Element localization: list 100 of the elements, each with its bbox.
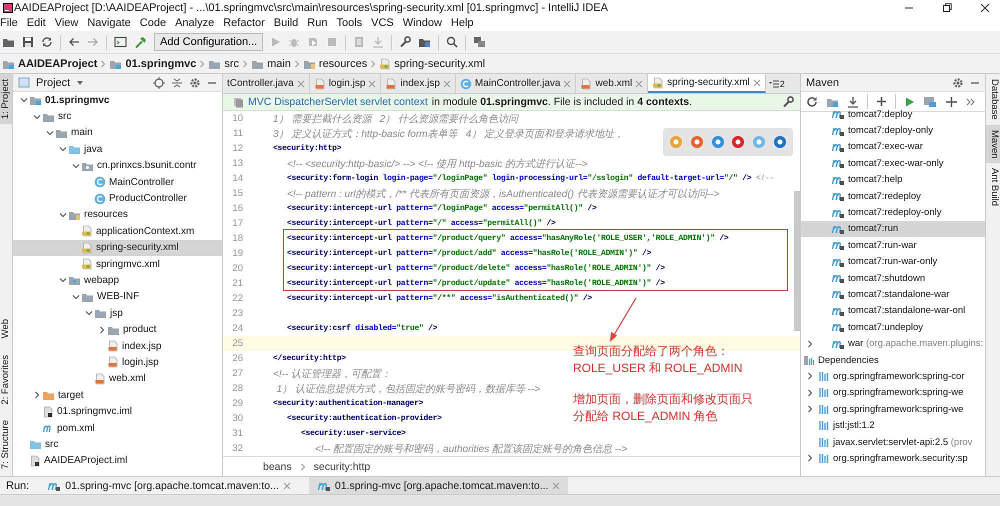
tree-item[interactable]: product [13,321,222,338]
maven-dependency[interactable]: org.springframework:spring-cor [833,370,964,382]
maven-goal[interactable]: tomcat7:run-war [801,237,985,254]
breadcrumb-item[interactable]: src [224,58,240,70]
tree-item[interactable]: MainController [13,174,222,190]
scrollbar-thumb[interactable] [794,191,800,331]
save-icon[interactable] [22,36,34,48]
tree-item[interactable]: 01.springmvc.iml [13,403,222,420]
dropdown-caret-icon[interactable] [76,80,84,86]
maven-goal[interactable]: tomcat7:redeploy-only [801,204,985,221]
tree-item[interactable]: ProductController [13,190,222,207]
tree-item[interactable]: spring-security.xml [13,240,222,256]
open-folder-icon[interactable] [2,36,15,48]
tool-window-tab[interactable]: 2: Favorites [0,350,12,410]
browser-icon[interactable] [772,135,787,149]
tree-item[interactable]: AAIDEAProject.iml [13,452,222,469]
menu-item[interactable]: Refactor [223,17,265,29]
editor-tab[interactable]: login.jsp [310,74,382,93]
settings-icon[interactable] [189,76,201,88]
menu-item[interactable]: File [0,17,18,29]
menu-item[interactable]: Analyze [175,17,214,29]
tool-window-tab[interactable]: Web [0,314,12,344]
download-icon[interactable] [847,96,859,108]
browser-icon[interactable] [731,135,746,149]
maven-goal[interactable]: tomcat7:exec-war-only [801,155,985,172]
maximize-icon[interactable] [942,2,952,12]
maven-goal[interactable]: tomcat7:undeploy [801,319,985,336]
tree-item[interactable]: webapp [13,272,222,289]
settings-icon[interactable] [952,76,964,88]
breadcrumb-item[interactable]: resources [318,58,368,70]
tree-item[interactable]: src [13,108,222,125]
tree-item[interactable]: 01.springmvc [13,92,222,108]
wrench-icon[interactable] [782,96,794,108]
maven-goal[interactable]: tomcat7:standalone-war [801,286,985,303]
maven-dependency[interactable]: org.springframework:spring-we [833,387,964,398]
menu-item[interactable]: VCS [371,17,394,29]
refresh-icon[interactable] [806,96,818,108]
tree-item[interactable]: main [13,124,222,142]
tree-item[interactable]: applicationContext.xm [13,223,222,240]
breadcrumb-item[interactable]: beans [263,460,292,472]
tree-item[interactable]: web.xml [13,370,222,388]
back-arrow-icon[interactable] [68,36,80,48]
maven-goal[interactable]: tomcat7:shutdown [801,270,985,286]
breadcrumb-item[interactable]: spring-security.xml [394,58,486,70]
menu-item[interactable]: Code [140,17,166,29]
close-icon[interactable] [980,2,990,12]
window-stack-icon[interactable] [473,36,486,48]
maven-goal[interactable]: tomcat7:deploy [801,106,985,122]
breadcrumb-item[interactable]: 01.springmvc [125,58,196,70]
toggle-icon[interactable] [945,96,958,108]
tree-item[interactable]: springmvc.xml [13,256,222,272]
target-icon[interactable] [153,76,165,88]
wrench-icon[interactable] [399,36,412,48]
maven-dependency[interactable]: org.springframework.security:sp [833,452,968,464]
browser-icon[interactable] [710,135,725,149]
breadcrumb-item[interactable]: main [267,58,291,70]
run-tab[interactable]: 01.spring-mvc [org.apache.tomcat.maven:to... [39,477,299,494]
tree-item[interactable]: java [13,141,222,158]
menu-item[interactable]: Tools [336,17,362,29]
editor-tab[interactable]: spring-security.xml [648,74,766,93]
more-chevrons-icon[interactable] [966,98,975,106]
tool-window-tab[interactable]: Ant Build [986,163,1000,212]
maven-goal[interactable]: tomcat7:redeploy [801,188,985,204]
maven-goal[interactable]: tomcat7:deploy-only [801,122,985,139]
add-icon[interactable] [876,96,887,107]
menu-item[interactable]: Window [402,17,442,29]
collapse-all-icon[interactable] [171,76,183,88]
tree-item[interactable]: index.jsp [13,338,222,354]
maven-dependencies[interactable]: Dependencies [818,354,879,366]
tree-item[interactable]: pom.xml [13,420,222,436]
menu-item[interactable]: Help [450,17,474,29]
tool-window-tab[interactable]: Maven [986,124,1000,164]
menu-item[interactable]: Run [307,17,328,29]
menu-item[interactable]: Build [274,17,298,29]
tree-item[interactable]: target [13,387,222,404]
sync-icon[interactable] [41,36,53,48]
maven-goal[interactable]: tomcat7:standalone-war-onl [801,302,985,320]
add-configuration-button[interactable]: Add Configuration... [154,33,264,51]
maven-goal[interactable]: tomcat7:exec-war [801,138,985,156]
tree-item[interactable]: jsp [13,305,222,322]
search-icon[interactable] [446,36,458,48]
menu-item[interactable]: View [54,17,78,29]
maven-goal[interactable]: tomcat7:run [801,220,985,238]
maven-dependency[interactable]: javax.servlet:servlet-api:2.5 (prov [833,436,972,448]
run-icon[interactable] [904,96,915,108]
terminal-window-icon[interactable] [114,36,127,48]
maven-dependency[interactable]: jstl:jstl:1.2 [833,420,875,432]
maven-plugin[interactable]: war (org.apache.maven.plugins: [848,338,984,350]
tree-item[interactable]: cn.prinxcs.bsunit.contr [13,158,222,174]
context-link[interactable]: MVC DispatcherServlet servlet context [248,96,428,108]
tool-window-tab[interactable]: 1: Project [0,74,12,124]
breadcrumb-item[interactable]: AAIDEAProject [18,58,98,70]
maven-goal[interactable]: tomcat7:run-war-only [801,254,985,270]
browser-icon[interactable] [690,135,704,149]
breadcrumb-item[interactable]: security:http [314,460,370,472]
panel-title[interactable]: Project [36,76,70,88]
hammer-icon[interactable] [134,36,147,48]
tree-item[interactable]: src [13,436,222,453]
run-tab[interactable]: 01.spring-mvc [org.apache.tomcat.maven:to... [308,477,568,494]
tree-item[interactable]: WEB-INF [13,288,222,306]
